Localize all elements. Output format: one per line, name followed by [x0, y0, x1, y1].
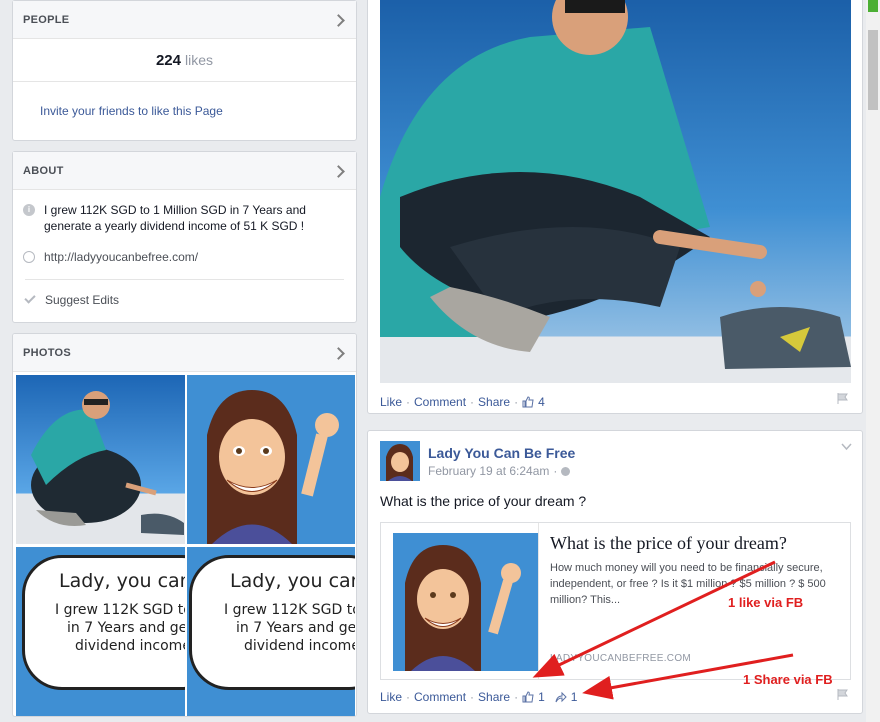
annotation-arrows [532, 560, 794, 700]
scroll-thumb[interactable] [868, 30, 878, 110]
share-annotation-note: 1 Share via FB [743, 672, 833, 687]
like-annotation-arrow [532, 560, 776, 678]
scrollbar[interactable] [866, 0, 880, 722]
scroll-indicator [868, 0, 878, 12]
like-annotation-note: 1 like via FB [728, 595, 804, 610]
